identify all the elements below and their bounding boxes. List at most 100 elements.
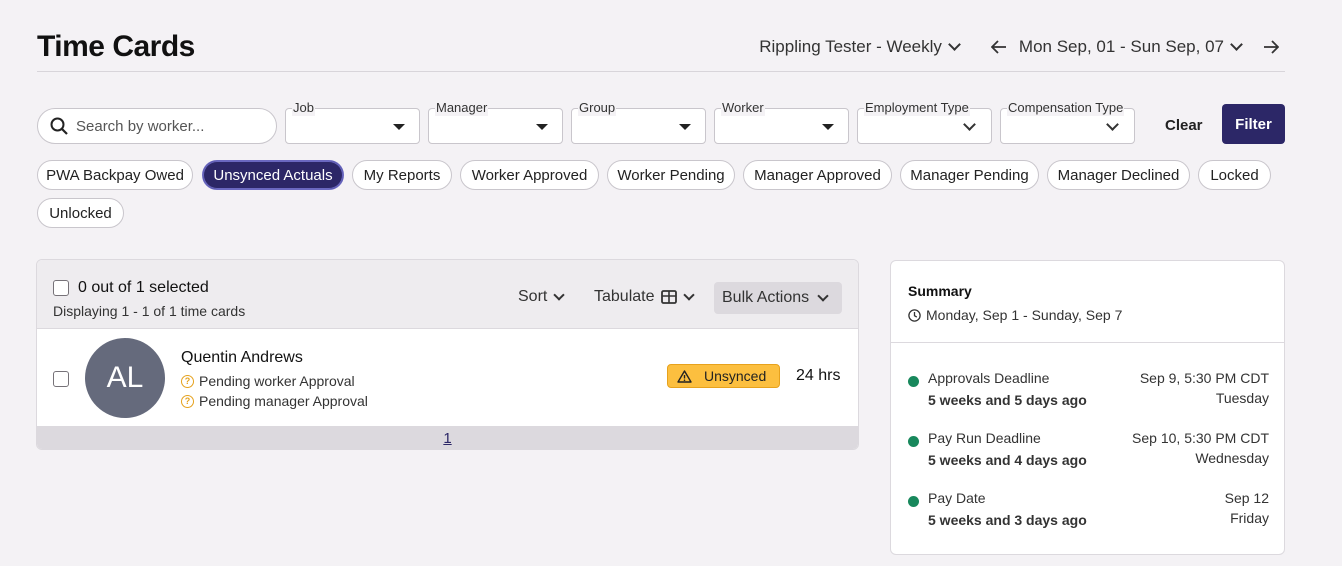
worker-dropdown-label: Worker: [721, 100, 765, 116]
page-title: Time Cards: [37, 30, 195, 63]
chip-manager-pending[interactable]: Manager Pending: [900, 160, 1039, 190]
row-checkbox[interactable]: [53, 371, 69, 387]
chip-manager-declined[interactable]: Manager Declined: [1047, 160, 1190, 190]
time-card-list: 0 out of 1 selected Displaying 1 - 1 of …: [36, 259, 859, 450]
chip-my-reports[interactable]: My Reports: [352, 160, 452, 190]
worker-approval-text: Pending worker Approval: [199, 373, 355, 389]
chip-manager-approved[interactable]: Manager Approved: [743, 160, 892, 190]
status-dot: [908, 496, 919, 507]
bulk-actions-label: Bulk Actions: [722, 289, 810, 306]
select-all-checkbox[interactable]: [53, 280, 69, 296]
sort-label: Sort: [518, 288, 548, 305]
deadline-label: Pay Date: [928, 490, 986, 506]
clear-button[interactable]: Clear: [1165, 117, 1203, 134]
status-badge: Unsynced: [667, 364, 780, 388]
displaying-count: Displaying 1 - 1 of 1 time cards: [53, 303, 246, 319]
arrow-right-icon: [1264, 40, 1279, 54]
job-dropdown[interactable]: Job: [285, 100, 420, 144]
employment-type-dropdown[interactable]: Employment Type: [857, 100, 992, 144]
manager-approval-text: Pending manager Approval: [199, 393, 368, 409]
page-link[interactable]: 1: [443, 430, 451, 447]
caret-down-icon: [822, 124, 834, 130]
summary-title: Summary: [908, 283, 972, 299]
status-dot: [908, 376, 919, 387]
schedule-label: Rippling Tester - Weekly: [759, 37, 942, 56]
deadline-item: Approvals Deadline 5 weeks and 5 days ag…: [908, 370, 1269, 414]
deadline-date: Sep 12: [1224, 490, 1269, 506]
pagination: 1: [37, 426, 858, 449]
manager-approval-status: ? Pending manager Approval: [181, 393, 368, 409]
header-controls: Rippling Tester - Weekly Mon Sep, 01 - S…: [759, 35, 1285, 59]
chevron-down-icon: [682, 288, 695, 301]
chip-locked[interactable]: Locked: [1198, 160, 1271, 190]
schedule-select[interactable]: Rippling Tester - Weekly: [759, 37, 961, 57]
deadline-relative: 5 weeks and 4 days ago: [928, 452, 1087, 468]
deadline-date: Sep 10, 5:30 PM CDT: [1132, 430, 1269, 446]
chip-worker-approved[interactable]: Worker Approved: [460, 160, 599, 190]
employment-type-label: Employment Type: [864, 100, 970, 116]
deadline-day: Friday: [1230, 510, 1269, 526]
avatar: AL: [85, 338, 165, 418]
date-range-label: Mon Sep, 01 - Sun Sep, 07: [1018, 37, 1224, 56]
chevron-down-icon: [553, 288, 566, 301]
chevron-down-icon: [948, 38, 961, 51]
summary-panel: Summary Monday, Sep 1 - Sunday, Sep 7 Ap…: [890, 260, 1285, 555]
search-input[interactable]: [76, 117, 256, 135]
chip-unsynced-actuals[interactable]: Unsynced Actuals: [202, 160, 344, 190]
worker-approval-status: ? Pending worker Approval: [181, 373, 355, 389]
caret-down-icon: [679, 124, 691, 130]
arrow-left-icon: [990, 40, 1006, 54]
tabulate-label: Tabulate: [594, 288, 655, 305]
compensation-type-label: Compensation Type: [1007, 100, 1125, 116]
chevron-down-icon: [1230, 38, 1243, 51]
chip-unlocked[interactable]: Unlocked: [37, 198, 124, 228]
chip-pwa-backpay-owed[interactable]: PWA Backpay Owed: [37, 160, 193, 190]
deadline-item: Pay Run Deadline 5 weeks and 4 days ago …: [908, 430, 1269, 474]
manager-dropdown-label: Manager: [435, 100, 489, 116]
table-row[interactable]: AL Quentin Andrews ? Pending worker Appr…: [37, 330, 858, 426]
summary-range-text: Monday, Sep 1 - Sunday, Sep 7: [926, 307, 1123, 323]
filter-bar: Job Manager Group Worker Employment Type…: [37, 100, 1285, 146]
manager-dropdown[interactable]: Manager: [428, 100, 563, 144]
question-icon: ?: [181, 374, 194, 388]
summary-range: Monday, Sep 1 - Sunday, Sep 7: [908, 307, 1122, 323]
chevron-down-icon: [817, 289, 829, 302]
warning-icon: [677, 369, 692, 383]
chevron-down-icon: [1106, 118, 1119, 131]
date-range-select[interactable]: Mon Sep, 01 - Sun Sep, 07: [1018, 37, 1243, 57]
deadline-date: Sep 9, 5:30 PM CDT: [1139, 370, 1269, 386]
filter-button[interactable]: Filter: [1222, 104, 1285, 144]
selection-count: 0 out of 1 selected: [78, 279, 209, 296]
group-dropdown[interactable]: Group: [571, 100, 706, 144]
deadline-day: Tuesday: [1215, 390, 1269, 406]
chip-worker-pending[interactable]: Worker Pending: [607, 160, 735, 190]
caret-down-icon: [536, 124, 548, 130]
page-header: Time Cards Rippling Tester - Weekly Mon …: [37, 22, 1285, 72]
list-header: 0 out of 1 selected Displaying 1 - 1 of …: [37, 260, 858, 329]
search-box[interactable]: [37, 108, 277, 144]
bulk-actions-button[interactable]: Bulk Actions: [714, 282, 842, 314]
tabulate-button[interactable]: Tabulate: [594, 288, 695, 306]
caret-down-icon: [393, 124, 405, 130]
status-badge-label: Unsynced: [704, 368, 767, 384]
deadline-label: Pay Run Deadline: [928, 430, 1041, 446]
worker-dropdown[interactable]: Worker: [714, 100, 849, 144]
group-dropdown-label: Group: [578, 100, 617, 116]
deadline-day: Wednesday: [1195, 450, 1269, 466]
job-dropdown-label: Job: [292, 100, 315, 116]
compensation-type-dropdown[interactable]: Compensation Type: [1000, 100, 1135, 144]
previous-week-button[interactable]: [987, 35, 1011, 59]
deadline-item: Pay Date 5 weeks and 3 days ago Sep 12 F…: [908, 490, 1269, 534]
hours-total: 24 hrs: [796, 367, 841, 384]
table-icon: [660, 290, 677, 304]
clock-icon: [908, 308, 921, 322]
divider: [891, 342, 1284, 343]
chevron-down-icon: [963, 118, 976, 131]
sort-button[interactable]: Sort: [518, 288, 566, 306]
deadline-relative: 5 weeks and 5 days ago: [928, 392, 1087, 408]
next-week-button[interactable]: [1259, 35, 1283, 59]
deadline-label: Approvals Deadline: [928, 370, 1050, 386]
worker-name[interactable]: Quentin Andrews: [181, 349, 303, 367]
deadline-relative: 5 weeks and 3 days ago: [928, 512, 1087, 528]
question-icon: ?: [181, 394, 194, 408]
